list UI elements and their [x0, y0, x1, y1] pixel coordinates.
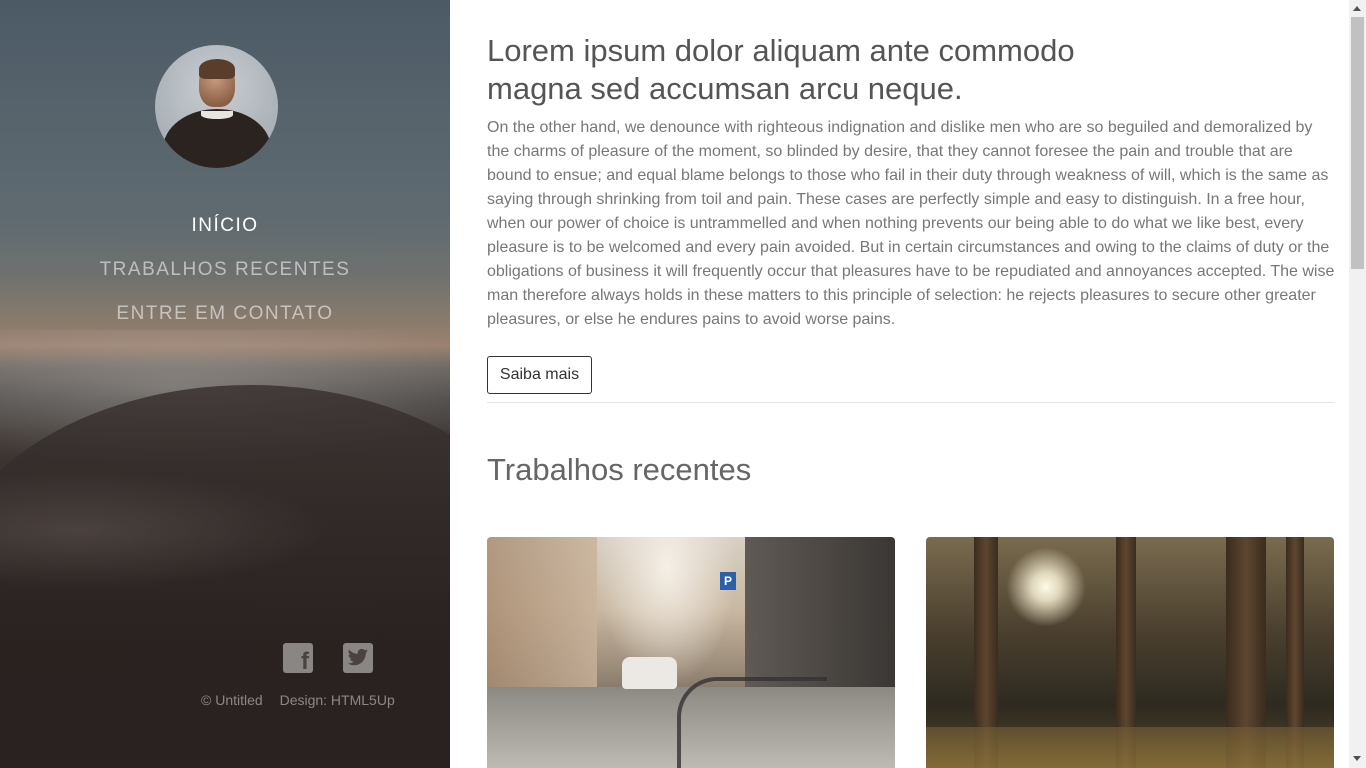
nav-item-trabalhos-recentes[interactable]: TRABALHOS RECENTES [0, 252, 450, 296]
copyright-text: © Untitled [201, 692, 263, 708]
scrollbar-thumb[interactable] [1351, 17, 1364, 269]
avatar-hair [199, 59, 235, 79]
nav-item-entre-em-contato[interactable]: ENTRE EM CONTATO [0, 296, 450, 340]
bike-rack [677, 677, 827, 768]
vertical-scrollbar[interactable] [1349, 0, 1366, 768]
twitter-glyph [347, 648, 369, 666]
design-credit-link[interactable]: Design: HTML5Up [280, 692, 395, 708]
learn-more-button[interactable]: Saiba mais [487, 356, 592, 394]
street-car [622, 657, 677, 689]
section-divider [487, 402, 1335, 403]
avatar [155, 45, 278, 168]
sidebar-footer: © Untitled Design: HTML5Up [201, 692, 408, 708]
section-title: Trabalhos recentes [487, 452, 752, 487]
parking-sign: P [720, 572, 736, 590]
nav-item-inicio[interactable]: INÍCIO [0, 208, 450, 252]
facebook-icon[interactable]: f [283, 643, 313, 675]
intro-paragraph: On the other hand, we denounce with righ… [487, 119, 1335, 328]
street-photo-thumbnail[interactable]: P [487, 537, 895, 768]
twitter-icon[interactable] [343, 643, 373, 673]
forest-ground [926, 727, 1334, 768]
page-title: Lorem ipsum dolor aliquam ante commodo m… [487, 33, 1075, 106]
forest-photo-thumbnail[interactable] [926, 537, 1334, 768]
forest-sun [1006, 547, 1086, 627]
scroll-up-icon[interactable] [1353, 6, 1361, 11]
avatar-collar [201, 111, 233, 119]
facebook-glyph: f [301, 648, 309, 675]
fog-decoration-lower [0, 470, 330, 590]
sidebar-nav: INÍCIO TRABALHOS RECENTES ENTRE EM CONTA… [0, 208, 450, 340]
sidebar: INÍCIO TRABALHOS RECENTES ENTRE EM CONTA… [0, 0, 450, 768]
scroll-down-icon[interactable] [1353, 756, 1361, 761]
